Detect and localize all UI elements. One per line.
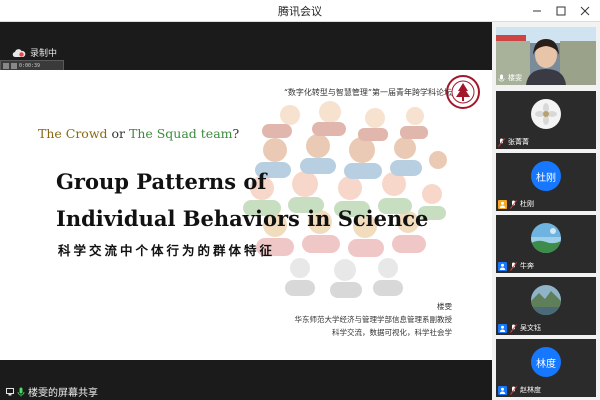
scenery-avatar-icon <box>531 285 561 315</box>
participant-tile[interactable]: 张菁菁 <box>496 91 596 149</box>
monitor-icon <box>6 387 14 395</box>
user-icon <box>498 261 507 271</box>
author-block: 楼雯 华东师范大学经济与管理学部信息管理系副教授 科学交流，数据可视化，科学社会… <box>295 300 453 339</box>
participant-tile[interactable]: 林度 赵林度 <box>496 339 596 397</box>
participant-name: 吴文钰 <box>520 324 541 332</box>
microphone-muted-icon <box>510 199 517 209</box>
participant-label: 吴文钰 <box>498 323 541 333</box>
participant-label: 楼雯 <box>498 73 522 83</box>
close-icon <box>580 6 590 16</box>
screen-share-bar: 楼雯的屏幕共享 <box>0 378 492 400</box>
squad-term: The Squad team <box>128 126 233 141</box>
participant-label: 杜刚 <box>498 199 534 209</box>
user-icon <box>498 323 507 333</box>
screen-share-indicator[interactable]: 楼雯的屏幕共享 <box>6 384 98 399</box>
recording-timer: 0:00:39 <box>19 62 41 69</box>
crowd-question-mark: ? <box>232 126 240 141</box>
participant-name: 牛奔 <box>520 262 534 270</box>
participant-tile[interactable]: 牛奔 <box>496 215 596 273</box>
author-affiliation: 华东师范大学经济与管理学部信息管理系副教授 <box>294 315 453 324</box>
microphone-icon <box>498 74 505 81</box>
microphone-muted-icon <box>498 137 505 147</box>
participant-name: 张菁菁 <box>508 138 529 146</box>
participant-tile[interactable]: 杜刚 杜刚 <box>496 153 596 211</box>
recording-bar: 录制中 0:00:39 <box>0 22 492 71</box>
author-name: 楼雯 <box>437 302 452 311</box>
participant-avatar <box>531 285 561 315</box>
author-fields: 科学交流，数据可视化，科学社会学 <box>332 328 452 337</box>
recording-indicator[interactable]: 录制中 <box>12 46 57 59</box>
crowd-term: The Crowd <box>38 126 108 141</box>
participant-label: 张菁菁 <box>498 137 529 147</box>
flower-avatar-icon <box>531 99 561 129</box>
cloud-record-icon <box>12 48 26 57</box>
window-title: 腾讯会议 <box>278 5 322 18</box>
title-bar: 腾讯会议 <box>0 0 600 22</box>
crowd-or: or <box>107 126 129 141</box>
participant-avatar <box>531 223 561 253</box>
shared-slide: “数字化转型与智慧管理”第一届青年跨学科论坛 The Crowd or The … <box>0 70 492 360</box>
user-icon <box>498 199 507 209</box>
microphone-muted-icon <box>510 323 517 333</box>
participant-sidebar: 楼雯 张菁菁 杜刚 杜刚 牛奔 吴文钰 林度 赵林度 <box>492 22 600 400</box>
window-controls <box>526 2 596 20</box>
screen-share-label: 楼雯的屏幕共享 <box>28 388 98 399</box>
participant-avatar <box>531 99 561 129</box>
participant-tile[interactable]: 吴文钰 <box>496 277 596 335</box>
main-stage: 录制中 0:00:39 “数字化转型与智慧管理”第一届青年跨学科论坛 The C… <box>0 22 492 400</box>
slide-title-chinese: 科学交流中个体行为的群体特征 <box>58 243 276 258</box>
close-button[interactable] <box>574 2 596 20</box>
microphone-muted-icon <box>510 261 517 271</box>
participant-avatar: 林度 <box>531 347 561 377</box>
landscape-avatar-icon <box>531 223 561 253</box>
maximize-button[interactable] <box>550 2 572 20</box>
participant-label: 牛奔 <box>498 261 534 271</box>
pause-record-icon[interactable] <box>3 62 9 69</box>
forum-title: “数字化转型与智慧管理”第一届青年跨学科论坛 <box>283 88 452 97</box>
microphone-icon <box>17 387 25 396</box>
recording-label: 录制中 <box>30 49 58 59</box>
minimize-button[interactable] <box>526 2 548 20</box>
participant-name: 杜刚 <box>520 200 534 208</box>
slide-title-line1: Group Patterns of <box>56 169 267 194</box>
participant-name: 赵林度 <box>520 386 541 394</box>
participant-label: 赵林度 <box>498 385 541 395</box>
microphone-muted-icon <box>510 385 517 395</box>
stop-record-icon[interactable] <box>11 62 17 69</box>
slide-title-line2: Individual Behaviors in Science <box>56 206 429 231</box>
participant-tile[interactable]: 楼雯 <box>496 27 596 85</box>
participant-name: 楼雯 <box>508 74 522 82</box>
minimize-icon <box>533 10 541 12</box>
participant-avatar: 杜刚 <box>531 161 561 191</box>
user-icon <box>498 385 507 395</box>
maximize-icon <box>556 6 566 16</box>
crowd-question: The Crowd or The Squad team? <box>38 126 239 141</box>
